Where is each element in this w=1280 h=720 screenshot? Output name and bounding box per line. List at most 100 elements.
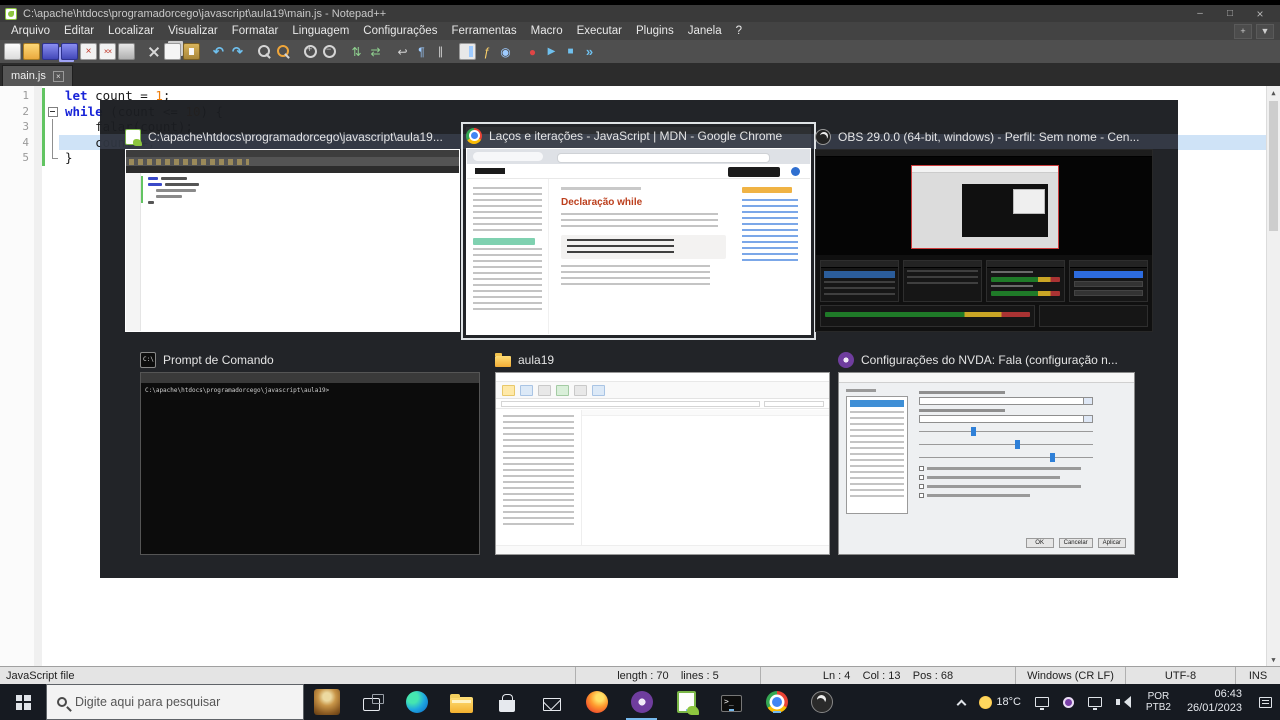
explorer-thumbnail[interactable] bbox=[495, 372, 830, 555]
save-all-icon[interactable] bbox=[61, 43, 78, 60]
notification-center-button[interactable] bbox=[1250, 696, 1280, 708]
replace-icon[interactable] bbox=[275, 43, 292, 60]
alttab-window-notepadpp[interactable]: C:\apache\htdocs\programadorcego\javascr… bbox=[125, 128, 460, 332]
copy-icon[interactable] bbox=[164, 43, 181, 60]
zoom-in-icon[interactable] bbox=[302, 43, 319, 60]
menu-item[interactable]: Configurações bbox=[356, 25, 444, 37]
cmd-thumbnail[interactable]: C:\apache\htdocs\programadorcego\javascr… bbox=[140, 372, 480, 555]
volume-tray-button[interactable] bbox=[1109, 696, 1138, 708]
start-button[interactable] bbox=[0, 684, 46, 720]
network-tray-button[interactable] bbox=[1081, 697, 1109, 710]
taskbar-app-button[interactable] bbox=[799, 684, 844, 720]
tab-main-js[interactable]: main.js bbox=[2, 65, 73, 86]
taskbar-app-button[interactable] bbox=[664, 684, 709, 720]
close-all-icon[interactable] bbox=[99, 43, 116, 60]
menu-item[interactable]: Plugins bbox=[629, 25, 681, 37]
undo-icon[interactable] bbox=[210, 43, 227, 60]
nvda-settings-thumbnail[interactable]: OK Cancelar Aplicar bbox=[838, 372, 1135, 555]
show-symbols-icon[interactable] bbox=[413, 43, 430, 60]
taskbar-app-button[interactable] bbox=[484, 684, 529, 720]
hidden-icons-button[interactable] bbox=[951, 697, 972, 709]
multi-play-icon[interactable] bbox=[581, 43, 598, 60]
chrome-icon bbox=[466, 127, 482, 144]
taskbar-clock[interactable]: 06:43 26/01/2023 bbox=[1179, 688, 1250, 716]
maximize-button[interactable] bbox=[1215, 6, 1245, 21]
menu-item[interactable]: Arquivo bbox=[4, 25, 57, 37]
paste-icon[interactable] bbox=[183, 43, 200, 60]
weather-widget[interactable]: 18°C bbox=[972, 695, 1028, 709]
taskbar-app-button[interactable] bbox=[394, 684, 439, 720]
menu-item[interactable]: Localizar bbox=[101, 25, 161, 37]
close-doc-icon[interactable] bbox=[80, 43, 97, 60]
menu-item[interactable]: Visualizar bbox=[161, 25, 225, 37]
close-tab-icon[interactable] bbox=[52, 70, 64, 82]
taskbar-app-button[interactable] bbox=[439, 684, 484, 720]
taskbar-search[interactable] bbox=[46, 684, 304, 720]
redo-icon[interactable] bbox=[229, 43, 246, 60]
language-indicator[interactable]: POR PTB2 bbox=[1138, 691, 1179, 714]
window-thumbnail-title: OBS 29.0.0 (64-bit, windows) - Perfil: S… bbox=[838, 129, 1140, 144]
chrome-mdn-thumbnail[interactable]: Declaração while bbox=[466, 148, 811, 335]
pinned-app-icon bbox=[313, 689, 340, 715]
vertical-scrollbar[interactable]: ▲ ▼ bbox=[1266, 86, 1280, 666]
display-tray-button[interactable] bbox=[1028, 697, 1056, 710]
line-number: 5 bbox=[0, 150, 34, 166]
menu-items: Arquivo Editar Localizar Visualizar Formatar… bbox=[0, 25, 749, 37]
open-folder-icon[interactable] bbox=[23, 43, 40, 60]
scrollbar-thumb[interactable] bbox=[1269, 101, 1278, 231]
sync-v-icon[interactable] bbox=[348, 43, 365, 60]
alttab-window-explorer[interactable]: aula19 bbox=[495, 351, 830, 555]
menu-item[interactable]: ? bbox=[729, 25, 749, 37]
taskbar-app-button[interactable] bbox=[709, 684, 754, 720]
search-input[interactable] bbox=[75, 695, 293, 709]
menu-bar: Arquivo Editar Localizar Visualizar Formatar… bbox=[0, 22, 1280, 40]
new-tab-button[interactable]: + bbox=[1234, 23, 1252, 39]
doc-map-icon[interactable] bbox=[459, 43, 476, 60]
function-list-icon[interactable] bbox=[478, 43, 495, 60]
taskbar-app-button[interactable] bbox=[754, 684, 799, 720]
tab-list-button[interactable]: ▼ bbox=[1256, 23, 1274, 39]
taskbar-apps bbox=[304, 684, 844, 720]
cut-icon[interactable] bbox=[145, 43, 162, 60]
scroll-down-icon[interactable]: ▼ bbox=[1267, 653, 1280, 666]
menu-item[interactable]: Linguagem bbox=[285, 25, 356, 37]
indent-guide-icon[interactable] bbox=[432, 43, 449, 60]
menu-item[interactable]: Macro bbox=[524, 25, 570, 37]
notepadpp-thumbnail[interactable] bbox=[125, 149, 460, 332]
nvda-tray-button[interactable] bbox=[1056, 696, 1081, 708]
save-icon[interactable] bbox=[42, 43, 59, 60]
menu-item[interactable]: Editar bbox=[57, 25, 101, 37]
scroll-up-icon[interactable]: ▲ bbox=[1267, 86, 1280, 99]
taskbar-app-button[interactable] bbox=[619, 684, 664, 720]
monitor-icon[interactable] bbox=[497, 43, 514, 60]
nvda-categories-list bbox=[846, 396, 908, 514]
record-macro-icon[interactable] bbox=[524, 43, 541, 60]
alttab-window-cmd[interactable]: Prompt de Comando C:\apache\htdocs\progr… bbox=[140, 351, 480, 555]
taskbar-app-button[interactable] bbox=[529, 684, 574, 720]
print-icon[interactable] bbox=[118, 43, 135, 60]
taskbar-app-button[interactable] bbox=[574, 684, 619, 720]
alttab-window-chrome-mdn[interactable]: Laços e iterações - JavaScript | MDN - G… bbox=[461, 122, 816, 340]
obs-scenes-dock bbox=[820, 260, 899, 302]
nvda-ok-button: OK bbox=[1025, 538, 1054, 548]
obs-thumbnail[interactable] bbox=[815, 149, 1153, 332]
play-macro-icon[interactable] bbox=[543, 43, 560, 60]
taskbar-app-button[interactable] bbox=[304, 684, 349, 720]
taskbar-app-button[interactable] bbox=[349, 684, 394, 720]
alttab-window-obs[interactable]: OBS 29.0.0 (64-bit, windows) - Perfil: S… bbox=[815, 128, 1153, 332]
minimize-button[interactable] bbox=[1185, 6, 1215, 21]
word-wrap-icon[interactable] bbox=[394, 43, 411, 60]
menu-item[interactable]: Janela bbox=[681, 25, 729, 37]
notification-icon bbox=[1258, 696, 1272, 708]
find-icon[interactable] bbox=[256, 43, 273, 60]
alttab-window-nvda[interactable]: Configurações do NVDA: Fala (configuraçã… bbox=[838, 351, 1135, 555]
sync-h-icon[interactable] bbox=[367, 43, 384, 60]
menu-item[interactable]: Executar bbox=[570, 25, 629, 37]
close-button[interactable] bbox=[1245, 6, 1275, 21]
stop-macro-icon[interactable] bbox=[562, 43, 579, 60]
new-file-icon[interactable] bbox=[4, 43, 21, 60]
menu-item[interactable]: Formatar bbox=[225, 25, 286, 37]
zoom-out-icon[interactable] bbox=[321, 43, 338, 60]
fold-collapse-icon[interactable] bbox=[45, 103, 59, 119]
menu-item[interactable]: Ferramentas bbox=[444, 25, 523, 37]
